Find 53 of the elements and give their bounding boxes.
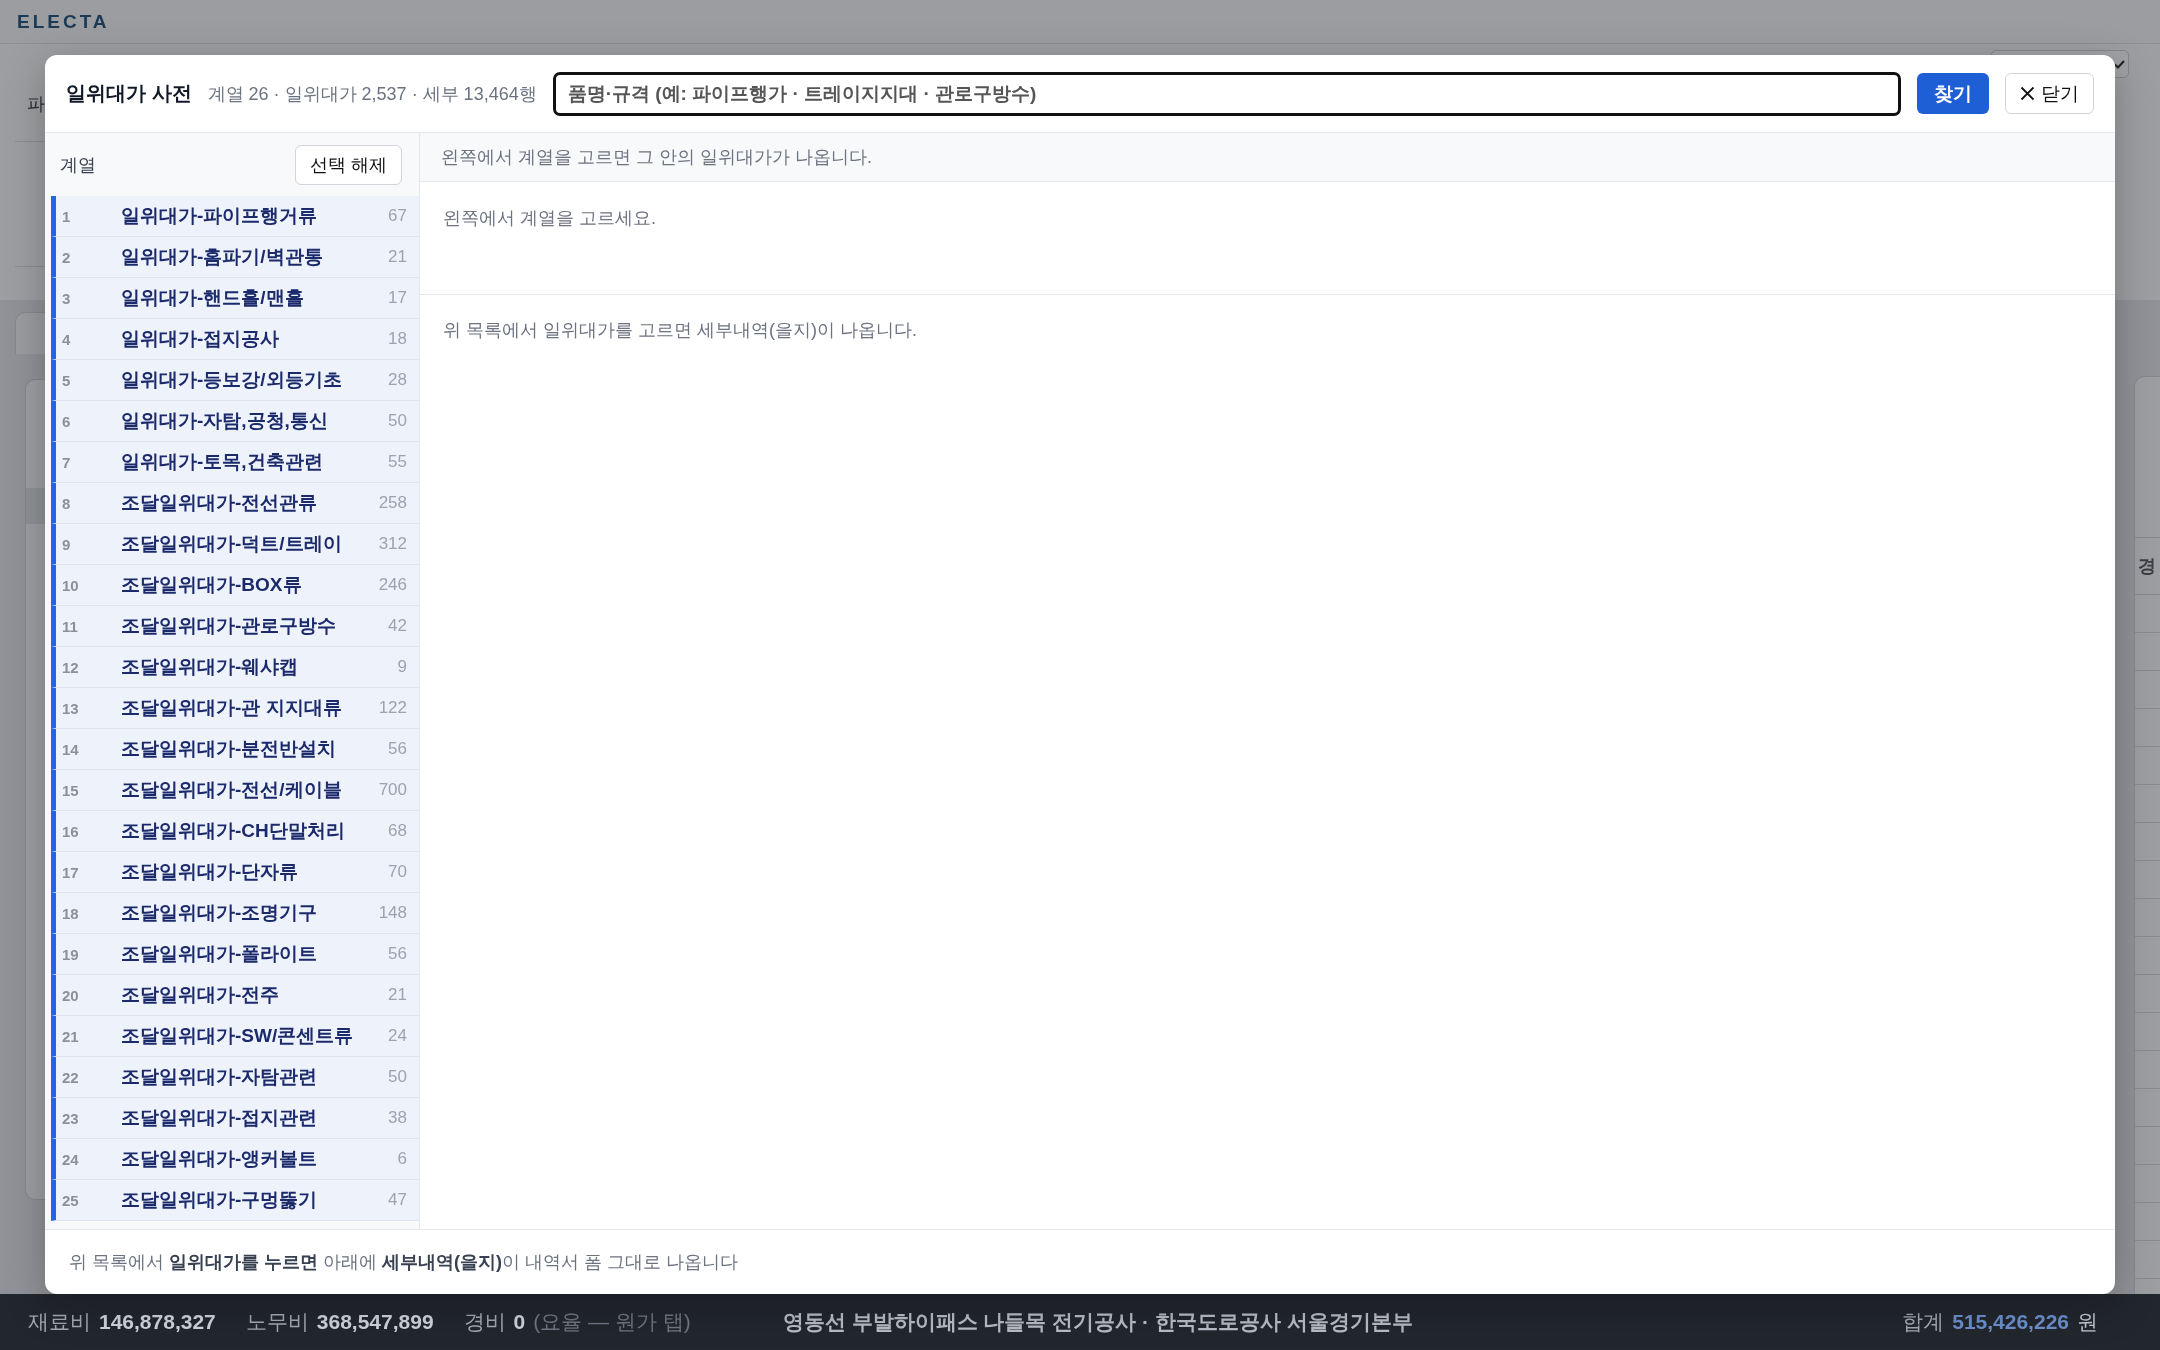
close-button[interactable]: 닫기 [2005,73,2094,114]
series-item[interactable]: 13 조달일위대가-관 지지대류 122 [51,688,419,729]
footer-note: 위 목록에서 일위대가를 누르면 아래에 세부내역(을지)이 내역서 폼 그대로 나옵니다 [69,1251,739,1274]
total-label: 재료비 [28,1309,91,1335]
series-item[interactable]: 10 조달일위대가-BOX류 246 [51,565,419,606]
series-item[interactable]: 14 조달일위대가-분전반설치 56 [51,729,419,770]
background-tab[interactable] [15,312,45,354]
series-item[interactable]: 6 일위대가-자탐,공청,통신 50 [51,401,419,442]
series-item[interactable]: 2 일위대가-홈파기/벽관통 21 [51,237,419,278]
series-item[interactable]: 25 조달일위대가-구멍뚫기 47 [51,1180,419,1221]
project-title: 영동선 부발하이패스 나들목 전기공사 · 한국도로공사 서울경기본부 [782,1309,1413,1335]
app-logo: ELECTA [17,10,110,33]
detail-message: 위 목록에서 일위대가를 고르면 세부내역(을지)이 나옵니다. [443,319,917,342]
total-label: 노무비 [245,1309,309,1335]
series-item[interactable]: 4 일위대가-접지공사 18 [51,319,419,360]
series-item[interactable]: 9 조달일위대가-덕트/트레이 312 [51,524,419,565]
hint-bar: 왼쪽에서 계열을 고르면 그 안의 일위대가가 나옵니다. [420,133,2115,182]
series-item[interactable]: 8 조달일위대가-전선관류 258 [51,483,419,524]
column-header: 경 [2138,555,2156,578]
total-note: (요율 — 원가 탭) [533,1309,691,1335]
series-item[interactable]: 23 조달일위대가-접지관련 38 [51,1098,419,1139]
total-value: 146,878,327 [99,1310,216,1334]
series-item[interactable]: 12 조달일위대가-웨샤캡 9 [51,647,419,688]
series-item[interactable]: 15 조달일위대가-전선/케이블 700 [51,770,419,811]
currency-unit: 원 [2077,1309,2098,1335]
series-item[interactable]: 24 조달일위대가-앵커볼트 6 [51,1139,419,1180]
series-item[interactable]: 21 조달일위대가-SW/콘센트류 24 [51,1016,419,1057]
series-item[interactable]: 20 조달일위대가-전주 21 [51,975,419,1016]
series-item[interactable]: 16 조달일위대가-CH단말처리 68 [51,811,419,852]
check-icon [2114,59,2125,69]
grand-total-value: 515,426,226 [1952,1310,2069,1334]
search-button[interactable]: 찾기 [1917,73,1989,114]
total-value: 368,547,899 [316,1310,434,1334]
clear-selection-button[interactable]: 선택 해제 [295,144,402,185]
series-item[interactable]: 7 일위대가-토목,건축관련 55 [51,442,419,483]
series-item[interactable]: 1 일위대가-파이프행거류 67 [51,196,419,237]
close-icon [2020,86,2035,101]
dialog-summary: 계열 26 · 일위대가 2,537 · 세부 13,464행 [207,82,537,106]
empty-message: 왼쪽에서 계열을 고르세요. [443,207,656,230]
series-item[interactable]: 5 일위대가-등보강/외등기초 28 [51,360,419,401]
series-item[interactable]: 11 조달일위대가-관로구방수 42 [51,606,419,647]
series-item[interactable]: 19 조달일위대가-폴라이트 56 [51,934,419,975]
grand-total-label: 합계 [1902,1309,1945,1335]
search-field[interactable]: 품명·규격 (예: 파이프행가 · 트레이지지대 · 관로구방수) [552,71,1901,116]
series-item[interactable]: 17 조달일위대가-단자류 70 [51,852,419,893]
series-item[interactable]: 18 조달일위대가-조명기구 148 [51,893,419,934]
background-text: 파 [27,93,45,116]
panel-heading: 계열 [60,153,96,177]
total-value: 0 [513,1310,526,1334]
dialog-title: 일위대가 사전 [66,81,192,106]
series-item[interactable]: 22 조달일위대가-자탐관련 50 [51,1057,419,1098]
total-label: 경비 [463,1309,506,1335]
series-item[interactable]: 3 일위대가-핸드홀/맨홀 17 [51,278,419,319]
